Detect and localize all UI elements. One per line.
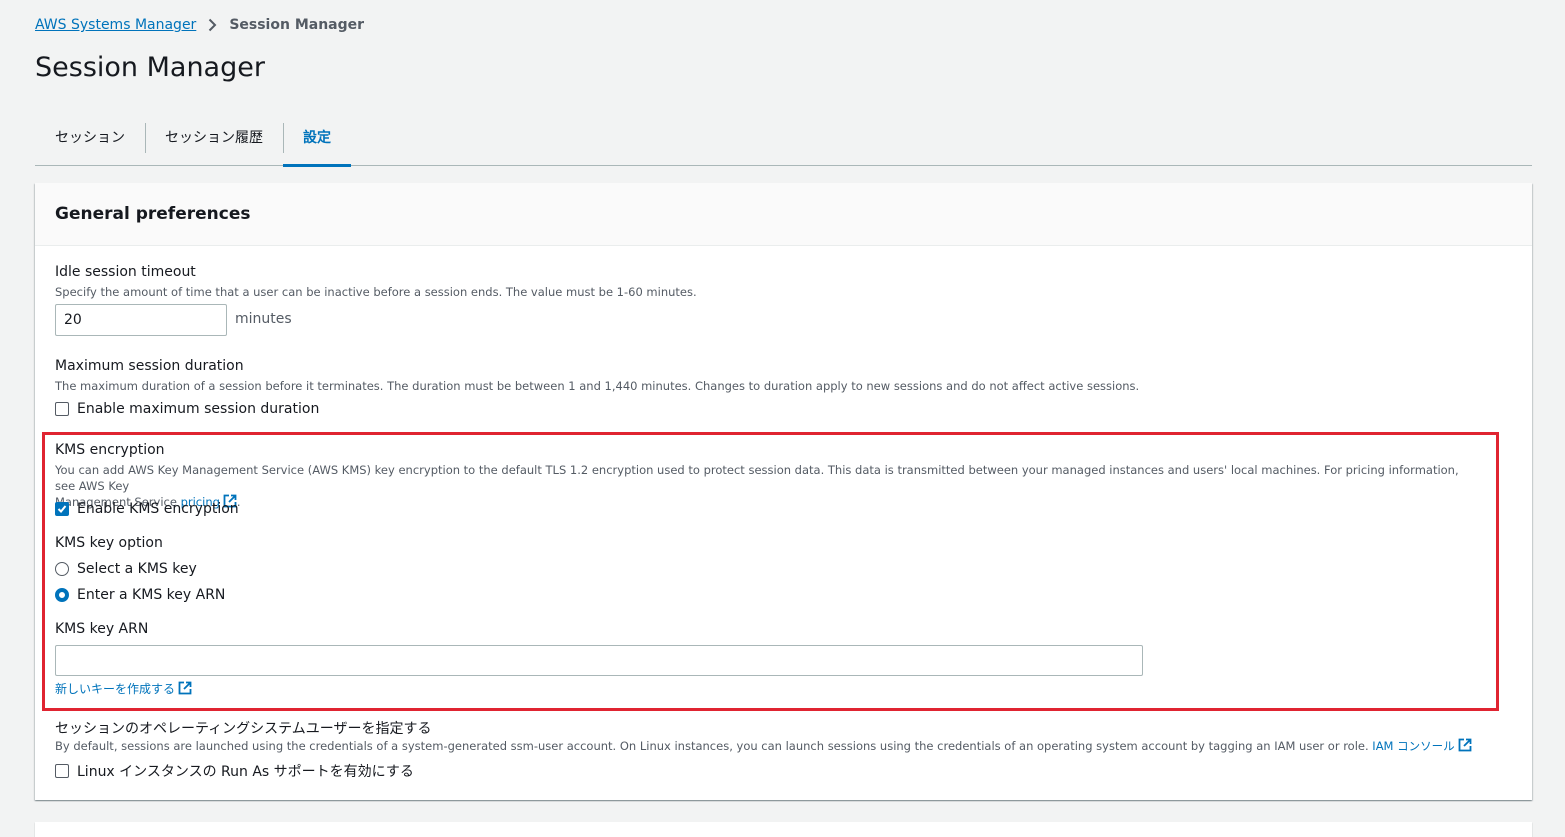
enable-kms-encryption-checkbox[interactable]: Enable KMS encryption	[55, 501, 239, 517]
iam-console-link[interactable]: IAM コンソール	[1372, 739, 1454, 753]
kms-encryption-description: You can add AWS Key Management Service (…	[55, 462, 1475, 512]
tab-label: セッション	[55, 130, 125, 146]
next-panel	[35, 822, 1532, 837]
checkbox-label: Enable maximum session duration	[77, 401, 320, 417]
external-link-icon[interactable]	[1458, 738, 1472, 756]
create-new-key-row: 新しいキーを作成する	[55, 681, 192, 699]
enable-run-as-checkbox[interactable]: Linux インスタンスの Run As サポートを有効にする	[55, 761, 414, 781]
create-new-key-link[interactable]: 新しいキーを作成する	[55, 682, 175, 696]
tab-sessions[interactable]: セッション	[35, 119, 145, 165]
checkbox-label: Linux インスタンスの Run As サポートを有効にする	[77, 764, 414, 780]
breadcrumb-current: Session Manager	[229, 17, 365, 33]
radio-select-kms-key[interactable]: Select a KMS key	[55, 561, 197, 577]
checkbox-unchecked[interactable]	[55, 764, 69, 778]
idle-timeout-description: Specify the amount of time that a user c…	[55, 285, 697, 299]
kms-key-arn-label: KMS key ARN	[55, 621, 149, 637]
kms-key-option-label: KMS key option	[55, 535, 163, 551]
kms-key-arn-input[interactable]	[55, 645, 1143, 676]
run-as-description: By default, sessions are launched using …	[55, 738, 1472, 756]
tab-label: セッション履歴	[165, 130, 263, 146]
general-preferences-panel: General preferences Idle session timeout…	[35, 183, 1532, 800]
radio-enter-kms-key-arn[interactable]: Enter a KMS key ARN	[55, 587, 225, 603]
chevron-right-icon	[208, 18, 217, 32]
radio-checked[interactable]	[55, 588, 69, 602]
radio-label: Select a KMS key	[77, 561, 197, 577]
external-link-icon[interactable]	[178, 681, 192, 699]
run-as-label: セッションのオペレーティングシステムユーザーを指定する	[55, 721, 432, 737]
max-duration-description: The maximum duration of a session before…	[55, 379, 1140, 393]
check-icon	[57, 505, 67, 513]
idle-timeout-input[interactable]	[55, 304, 227, 336]
page-title: Session Manager	[35, 52, 265, 83]
tab-label: 設定	[303, 130, 331, 146]
checkbox-checked[interactable]	[55, 502, 69, 516]
max-duration-label: Maximum session duration	[55, 358, 244, 374]
tab-bar: セッション セッション履歴 設定	[35, 119, 1532, 167]
panel-header: General preferences	[35, 183, 1532, 246]
kms-encryption-label: KMS encryption	[55, 442, 165, 458]
checkbox-label: Enable KMS encryption	[77, 501, 239, 517]
idle-timeout-label: Idle session timeout	[55, 264, 196, 280]
radio-unchecked[interactable]	[55, 562, 69, 576]
tab-settings[interactable]: 設定	[283, 119, 351, 167]
panel-title: General preferences	[55, 204, 251, 224]
idle-timeout-unit: minutes	[235, 311, 292, 327]
checkbox-unchecked[interactable]	[55, 402, 69, 416]
breadcrumb: AWS Systems Manager Session Manager	[35, 17, 364, 33]
breadcrumb-link-systems-manager[interactable]: AWS Systems Manager	[35, 17, 196, 33]
kms-description-text: You can add AWS Key Management Service (…	[55, 463, 1459, 493]
radio-label: Enter a KMS key ARN	[77, 587, 226, 603]
run-as-description-text: By default, sessions are launched using …	[55, 739, 1373, 753]
enable-max-duration-checkbox[interactable]: Enable maximum session duration	[55, 401, 319, 417]
tab-session-history[interactable]: セッション履歴	[145, 119, 283, 165]
